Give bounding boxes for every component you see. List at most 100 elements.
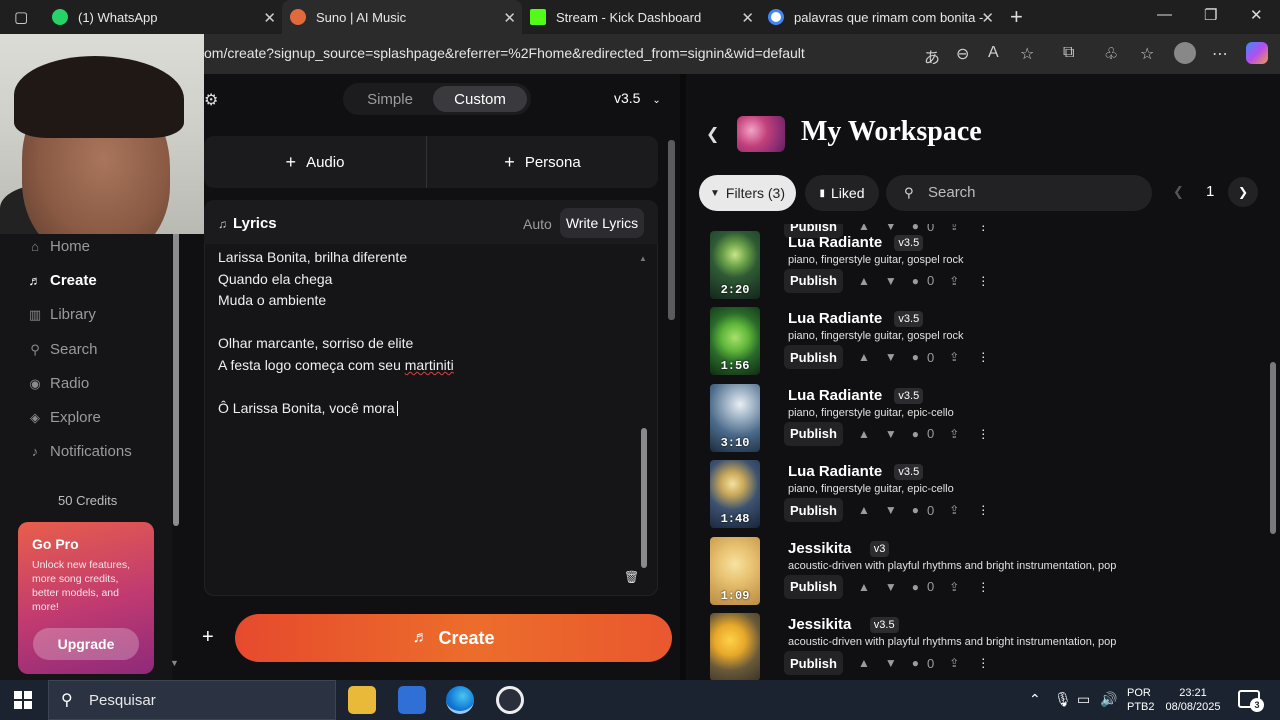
mode-custom-button[interactable]: Custom: [433, 86, 527, 112]
network-icon[interactable]: ▭: [1077, 691, 1090, 708]
thumbs-down-icon[interactable]: ▼: [885, 503, 897, 517]
gear-icon[interactable]: ⚙: [204, 90, 218, 110]
song-row[interactable]: 1:48 Lua Radiante v3.5 piano, fingerstyle g…: [686, 456, 1266, 532]
lyrics-textarea[interactable]: Larissa Bonita, brilha diferente Quando …: [204, 244, 658, 596]
song-cover-image[interactable]: 1:56: [710, 307, 760, 375]
thumbs-up-icon[interactable]: ▲: [858, 427, 870, 441]
song-title[interactable]: Lua Radiante: [788, 463, 882, 480]
volume-icon[interactable]: 🔊: [1100, 691, 1117, 708]
tab-suno[interactable]: Suno | AI Music ✕: [282, 0, 522, 34]
tab-actions-icon[interactable]: ▢: [14, 8, 28, 26]
sidebar-item-create[interactable]: ♬ Create: [28, 272, 97, 289]
plus-button[interactable]: +: [202, 626, 214, 649]
thumbs-up-icon[interactable]: ▲: [858, 580, 870, 594]
system-clock[interactable]: 23:21 08/08/2025: [1163, 686, 1223, 714]
comment-icon[interactable]: ●: [912, 274, 919, 288]
page-prev-icon[interactable]: ❮: [1173, 184, 1184, 200]
restore-icon[interactable]: ❐: [1204, 6, 1217, 24]
url-text[interactable]: om/create?signup_source=splashpage&refer…: [204, 45, 805, 61]
song-cover-image[interactable]: [710, 613, 760, 680]
browser-essentials-icon[interactable]: ♧: [1104, 44, 1118, 64]
add-persona-button[interactable]: + Persona: [427, 136, 658, 188]
obs-studio-icon[interactable]: [496, 686, 524, 714]
trash-icon[interactable]: 🗑: [624, 570, 639, 584]
thumbs-up-icon[interactable]: ▲: [858, 656, 870, 670]
share-icon[interactable]: ⇪: [949, 503, 959, 517]
lyrics-auto-button[interactable]: Auto: [523, 216, 552, 232]
share-icon[interactable]: ⇪: [949, 656, 959, 670]
song-row[interactable]: 2:20 Lua Radiante v3.5 piano, fingerstyle g…: [686, 227, 1266, 303]
song-row[interactable]: 1:09 Jessikita v3 acoustic-driven with play…: [686, 533, 1266, 609]
comment-icon[interactable]: ●: [912, 503, 919, 517]
microsoft-store-icon[interactable]: [398, 686, 426, 714]
tab-kick[interactable]: Stream - Kick Dashboard ✕: [522, 0, 760, 34]
more-options-icon[interactable]: ⋮: [977, 656, 989, 670]
more-options-icon[interactable]: ⋮: [977, 427, 989, 441]
chevron-left-icon[interactable]: ❮: [706, 124, 719, 144]
edge-browser-icon[interactable]: [446, 686, 474, 714]
thumbs-up-icon[interactable]: ▲: [858, 350, 870, 364]
close-icon[interactable]: ✕: [741, 9, 754, 27]
thumbs-down-icon[interactable]: ▼: [885, 656, 897, 670]
minimize-icon[interactable]: —: [1157, 6, 1172, 23]
show-hidden-icons-icon[interactable]: ⌃: [1029, 691, 1041, 708]
create-button[interactable]: ♬ Create: [235, 614, 672, 662]
sidebar-item-search[interactable]: ⚲ Search: [28, 341, 97, 358]
publish-button[interactable]: Publish: [784, 574, 843, 599]
song-row[interactable]: 1:56 Lua Radiante v3.5 piano, fingerstyle g…: [686, 303, 1266, 379]
publish-button[interactable]: Publish: [784, 421, 843, 446]
publish-button[interactable]: Publish: [784, 345, 843, 369]
create-panel-scrollbar[interactable]: [668, 140, 675, 320]
comment-icon[interactable]: ●: [912, 656, 919, 670]
more-options-icon[interactable]: ⋮: [977, 503, 989, 517]
publish-button[interactable]: Publish: [784, 651, 843, 675]
sidebar-item-notifications[interactable]: ♪ Notifications: [28, 443, 132, 460]
thumbs-down-icon[interactable]: ▼: [885, 427, 897, 441]
close-icon[interactable]: ✕: [981, 9, 994, 27]
song-cover-image[interactable]: 1:48: [710, 460, 760, 528]
zoom-icon[interactable]: ⊖: [956, 44, 969, 64]
add-audio-button[interactable]: + Audio: [204, 136, 426, 188]
sidebar-item-home[interactable]: ⌂ Home: [28, 238, 90, 255]
song-title[interactable]: Jessikita: [788, 616, 851, 633]
more-menu-icon[interactable]: ⋯: [1212, 44, 1228, 64]
share-icon[interactable]: ⇪: [949, 274, 959, 288]
comment-icon[interactable]: ●: [912, 427, 919, 441]
profile-avatar-icon[interactable]: [1174, 42, 1196, 64]
extensions-icon[interactable]: ⧉: [1063, 44, 1074, 62]
taskbar-search-input[interactable]: [89, 692, 319, 709]
song-title[interactable]: Lua Radiante: [788, 387, 882, 404]
more-options-icon[interactable]: ⋮: [977, 580, 989, 594]
song-title[interactable]: Lua Radiante: [788, 234, 882, 251]
close-icon[interactable]: ✕: [503, 9, 516, 27]
thumbs-up-icon[interactable]: ▲: [858, 274, 870, 288]
song-row[interactable]: Jessikita v3.5 acoustic-driven with playfu…: [686, 609, 1266, 680]
tab-whatsapp[interactable]: (1) WhatsApp ✕: [46, 0, 282, 34]
close-icon[interactable]: ✕: [263, 9, 276, 27]
thumbs-down-icon[interactable]: ▼: [885, 274, 897, 288]
file-explorer-icon[interactable]: [348, 686, 376, 714]
favorites-icon[interactable]: ☆: [1140, 44, 1154, 64]
window-close-icon[interactable]: ✕: [1250, 6, 1263, 24]
sidebar-item-explore[interactable]: ◈ Explore: [28, 409, 101, 426]
mode-simple-button[interactable]: Simple: [347, 86, 433, 112]
scroll-down-arrow-icon[interactable]: ▼: [170, 658, 179, 668]
song-title[interactable]: Jessikita: [788, 540, 851, 557]
more-options-icon[interactable]: ⋮: [977, 274, 989, 288]
tab-google[interactable]: palavras que rimam com bonita - ✕: [760, 0, 1000, 34]
comment-icon[interactable]: ●: [912, 350, 919, 364]
thumbs-up-icon[interactable]: ▲: [858, 503, 870, 517]
song-title[interactable]: Lua Radiante: [788, 310, 882, 327]
microphone-icon[interactable]: 🎙: [1054, 691, 1072, 708]
publish-button[interactable]: Publish: [784, 268, 843, 293]
song-row[interactable]: 3:10 Lua Radiante v3.5 piano, fingerstyle g…: [686, 380, 1266, 456]
song-cover-image[interactable]: 3:10: [710, 383, 760, 452]
more-options-icon[interactable]: ⋮: [977, 350, 989, 364]
liked-button[interactable]: ▮ Liked: [805, 175, 879, 211]
share-icon[interactable]: ⇪: [949, 350, 959, 364]
copilot-icon[interactable]: [1246, 42, 1268, 64]
new-tab-icon[interactable]: +: [1010, 4, 1023, 30]
sidebar-item-library[interactable]: ▥ Library: [28, 306, 96, 323]
thumbs-down-icon[interactable]: ▼: [885, 350, 897, 364]
song-cover-image[interactable]: 1:09: [710, 536, 760, 605]
